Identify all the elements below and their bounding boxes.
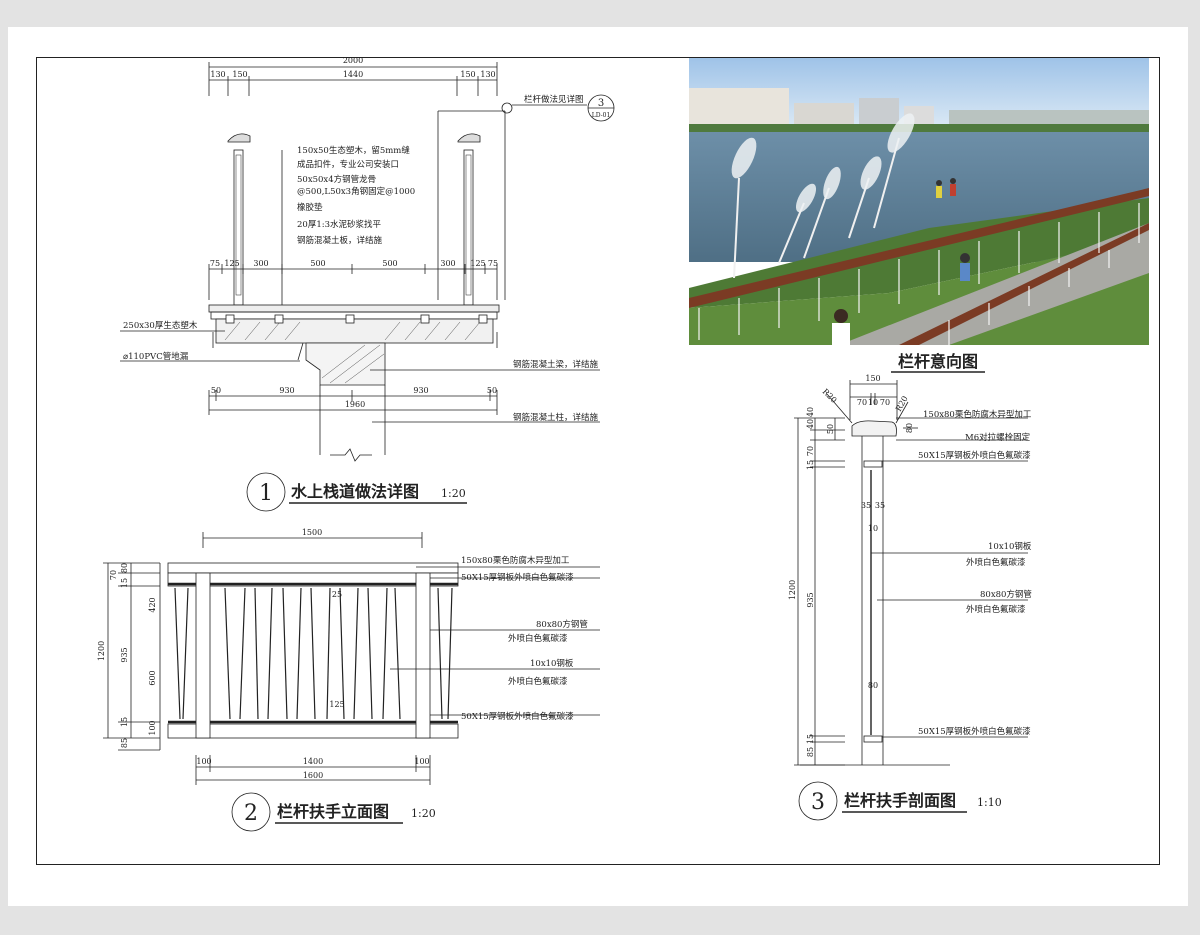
dim-1960: 1960 [345,400,365,409]
dim-125-left: 125 [224,259,239,268]
dim-150-left: 150 [232,70,247,79]
d3-radius-left: R20 [821,387,839,405]
d2-dim-70: 70 [109,570,118,580]
d3-dim-80-side: 80 [905,423,914,433]
dim-300-left: 300 [253,259,268,268]
d2-dim-420: 420 [148,597,157,612]
d3-dim-40-b: 40 [806,407,815,417]
detail3-railing-section [794,380,1028,821]
d3-dim-70: 70 [806,446,815,456]
detail1-boardwalk-section [120,62,615,512]
note-slab: 钢筋混凝土板，详结施 [297,235,383,246]
note-deck-board: 150x50生态塑木，留5mm缝 [297,145,410,156]
dim-1440: 1440 [343,70,363,79]
d2-note-steel-plate-bottom: 50X15厚钢板外喷白色氟碳漆 [461,711,574,722]
d3-dim-50: 50 [826,424,835,434]
d3-note-square-tube-finish: 外喷白色氟碳漆 [966,604,1026,615]
d3-dim-10-inner: 10 [868,524,878,533]
dim-150-right: 150 [460,70,475,79]
d3-dim-10: 10 [868,398,878,407]
d3-dim-150: 150 [865,374,880,383]
d2-dim-935: 935 [120,647,129,662]
d3-note-bolt: M6对拉螺栓固定 [965,432,1031,443]
ref-note: 栏杆做法见详图 [524,94,584,105]
dim-75-right: 75 [488,259,498,268]
detail2-title-number: 2 [244,801,258,826]
d3-note-handrail: 150x80栗色防腐木异型加工 [923,409,1032,420]
d3-dim-80-bottom: 80 [868,681,878,690]
d2-note-square-tube: 80x80方钢管 [536,619,588,630]
dim-500-right: 500 [382,259,397,268]
note-pvc-drain: ⌀110PVC管地漏 [123,351,189,362]
detail1-title-number: 1 [259,481,273,506]
dim-300-right: 300 [440,259,455,268]
d3-dim-1200: 1200 [788,580,797,600]
note-mortar: 20厚1:3水泥砂浆找平 [297,219,381,230]
d3-dim-935: 935 [806,592,815,607]
d2-dim-80: 80 [120,563,129,573]
d3-dim-70-left: 70 [857,398,867,407]
ref-sheet: LD-01 [592,112,611,119]
d2-dim-600: 600 [148,670,157,685]
dim-130-right: 130 [480,70,495,79]
note-fastener: 成品扣件，专业公司安装口 [297,159,399,170]
d3-note-baluster-finish: 外喷白色氟碳漆 [966,557,1026,568]
d2-dim-100-right: 100 [414,757,429,766]
d3-note-steel-plate-bottom: 50X15厚钢板外喷白色氟碳漆 [918,726,1031,737]
photo-caption: 栏杆意向图 [898,352,978,371]
dim-130-left: 130 [210,70,225,79]
note-rubber-pad: 橡胶垫 [297,202,323,213]
detail2-scale: 1:20 [411,807,436,820]
note-steel-keel: 50x50x4方钢管龙骨 [297,174,376,185]
d2-dim-1400: 1400 [303,757,323,766]
d2-note-baluster: 10x10钢板 [530,658,574,669]
dim-930-right: 930 [413,386,428,395]
d3-dim-35-right: 35 [875,501,885,510]
d2-dim-85: 85 [120,738,129,748]
d2-dim-1500: 1500 [302,528,322,537]
note-side-board: 250x30厚生态塑木 [123,320,198,331]
d2-dim-100-left: 100 [196,757,211,766]
d2-note-baluster-finish: 外喷白色氟碳漆 [508,676,568,687]
d3-dim-70-right: 70 [880,398,890,407]
dim-50-left: 50 [211,386,221,395]
d3-dim-85: 85 [806,747,815,757]
cad-drawing: 2000 130 150 1440 150 130 75 125 300 500… [97,56,1032,832]
ref-num: 3 [598,98,604,109]
d2-note-steel-plate-top: 50X15厚钢板外喷白色氟碳漆 [461,572,574,583]
dim-2000: 2000 [343,56,363,65]
detail1-title: 水上栈道做法详图 [291,482,419,501]
dim-500-left: 500 [310,259,325,268]
detail2-title: 栏杆扶手立面图 [277,802,389,821]
d2-dim-100: 100 [148,720,157,735]
d2-dim-1200: 1200 [97,641,106,661]
d2-note-square-tube-finish: 外喷白色氟碳漆 [508,633,568,644]
d3-note-steel-plate-top: 50X15厚钢板外喷白色氟碳漆 [918,450,1031,461]
detail1-scale: 1:20 [441,487,466,500]
d3-dim-15-bottom: 15 [806,734,815,744]
d3-dim-35-left: 35 [861,501,871,510]
d3-note-baluster: 10x10钢板 [988,541,1032,552]
d3-note-square-tube: 80x80方钢管 [980,589,1032,600]
d2-dim-15-bottom: 15 [120,717,129,727]
d2-dim-25: 25 [332,590,342,599]
detail3-title: 栏杆扶手剖面图 [844,791,956,810]
note-angle-steel: @500,L50x3角钢固定@1000 [297,186,415,197]
d2-dim-15-top: 15 [120,578,129,588]
d3-dim-40-a: 40 [806,419,815,429]
detail3-title-number: 3 [811,790,825,815]
d2-dim-125: 125 [329,700,344,709]
note-beam: 钢筋混凝土梁，详结施 [513,359,599,370]
dim-125-right: 125 [470,259,485,268]
dim-75-left: 75 [210,259,220,268]
d3-dim-15-top: 15 [806,460,815,470]
d2-dim-1600: 1600 [303,771,323,780]
note-column: 钢筋混凝土柱，详结施 [513,412,599,423]
dim-50-right: 50 [487,386,497,395]
d2-note-handrail: 150x80栗色防腐木异型加工 [461,555,570,566]
dim-930-left: 930 [279,386,294,395]
detail3-scale: 1:10 [977,796,1002,809]
